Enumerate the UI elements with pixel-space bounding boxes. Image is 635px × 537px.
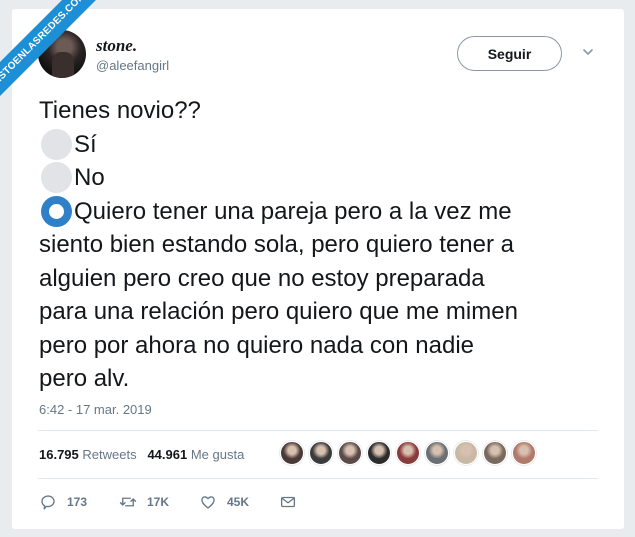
option-si: Sí [39, 128, 609, 162]
follow-button[interactable]: Seguir [457, 36, 562, 71]
liker-avatar[interactable] [454, 441, 478, 465]
liker-avatar[interactable] [280, 441, 304, 465]
liker-avatar[interactable] [425, 441, 449, 465]
reply-icon [41, 495, 55, 510]
option-label: Quiero tener una pareja pero a la vez me [74, 197, 512, 225]
option-label: No [74, 164, 105, 191]
text-line: pero por ahora no quiero nada con nadie [39, 331, 474, 359]
direct-message-button[interactable] [279, 493, 307, 511]
text-line: alguien pero creo que no estoy preparada [39, 264, 485, 292]
liker-avatars [280, 441, 541, 465]
tweet-text: Tienes novio?? Sí No Quiero tener una pa… [39, 94, 609, 396]
retweet-count: 17K [147, 495, 170, 509]
likes-count[interactable]: 44.961 [147, 447, 187, 462]
reply-count: 173 [67, 495, 88, 509]
option-no: No [39, 161, 609, 195]
retweet-button[interactable]: 17K [119, 493, 169, 511]
option-label: Sí [74, 130, 97, 158]
liker-avatar[interactable] [512, 441, 536, 465]
option-selected: Quiero tener una pareja pero a la vez me [39, 195, 609, 229]
divider [38, 430, 598, 431]
radio-unselected-icon [41, 128, 72, 160]
mail-icon [280, 496, 296, 508]
radio-selected-icon [41, 195, 72, 227]
engagement-stats: 16.795 Retweets 44.961 Me gusta [39, 447, 244, 462]
text-line: siento bien estando sola, pero quiero te… [39, 231, 514, 258]
retweets-label[interactable]: Retweets [82, 447, 136, 462]
liker-avatar[interactable] [396, 441, 420, 465]
radio-unselected-icon [41, 162, 72, 194]
watermark-ribbon: VISTOENLASREDES.COM [0, 0, 110, 110]
question-text: Tienes novio?? [39, 97, 201, 124]
retweet-icon [119, 497, 137, 507]
liker-avatar[interactable] [367, 441, 391, 465]
liker-avatar[interactable] [338, 441, 362, 465]
liker-avatar[interactable] [483, 441, 507, 465]
timestamp[interactable]: 6:42 - 17 mar. 2019 [39, 402, 152, 417]
like-button[interactable]: 45K [199, 493, 249, 511]
divider [38, 478, 598, 479]
liker-avatar[interactable] [309, 441, 333, 465]
heart-icon [201, 496, 215, 509]
chevron-down-icon[interactable] [582, 46, 594, 58]
text-line: para una relación pero quiero que me mim… [39, 298, 518, 325]
reply-button[interactable]: 173 [39, 493, 87, 511]
watermark-text: VISTOENLASREDES.COM [0, 0, 108, 109]
retweets-count[interactable]: 16.795 [39, 447, 79, 462]
like-count: 45K [227, 495, 250, 509]
text-line: pero alv. [39, 365, 130, 392]
likes-label[interactable]: Me gusta [191, 447, 244, 462]
